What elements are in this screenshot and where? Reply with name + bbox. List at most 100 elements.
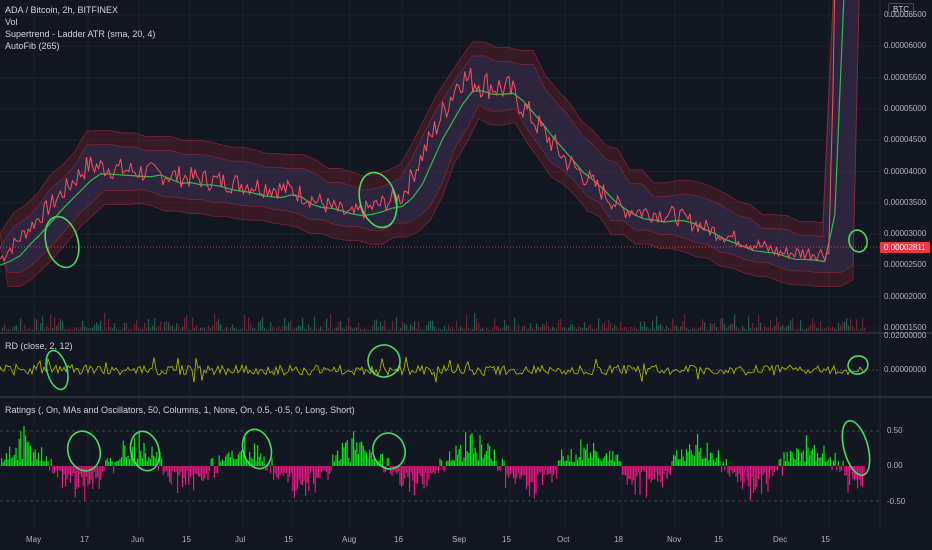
rating-bar-short — [314, 466, 316, 493]
volume-bar — [168, 322, 170, 331]
rating-bar-long — [146, 461, 148, 466]
rating-bar-short — [97, 466, 99, 478]
rating-bar-long — [813, 445, 815, 466]
rating-bar-short — [405, 466, 407, 473]
volume-bar — [162, 329, 164, 331]
volume-bar — [202, 327, 204, 331]
price-tick: 0.00002000 — [884, 291, 927, 301]
rating-bar-short — [549, 466, 551, 474]
volume-bar — [306, 329, 308, 331]
rating-bar-long — [562, 456, 564, 466]
rating-bar-short — [644, 466, 646, 472]
rating-bar-short — [399, 466, 401, 485]
volume-bar — [212, 325, 214, 331]
rating-bar-long — [145, 453, 147, 466]
volume-bar — [640, 321, 642, 331]
rating-bar-long — [474, 447, 476, 466]
volume-bar — [586, 328, 588, 331]
volume-bar — [292, 329, 294, 331]
rating-bar-short — [761, 466, 763, 494]
rating-bar-short — [418, 466, 420, 474]
rating-bar-long — [124, 445, 126, 466]
rating-bar-long — [586, 443, 588, 466]
rating-bar-long — [809, 455, 811, 466]
rating-bar-short — [857, 466, 859, 489]
rating-bar-short — [756, 466, 758, 488]
volume-bar — [588, 325, 590, 331]
volume-bar — [310, 326, 312, 331]
volume-bar — [412, 326, 414, 331]
rating-bar-long — [834, 452, 836, 466]
volume-bar — [122, 328, 124, 331]
volume-bar — [820, 321, 822, 331]
rating-bar-short — [436, 466, 438, 471]
volume-bar — [580, 327, 582, 331]
ratings-tick-neg: -0.50 — [887, 497, 906, 506]
price-tick: 0.00003500 — [884, 197, 927, 207]
ratings-pane[interactable] — [0, 426, 880, 502]
volume-bar — [704, 322, 706, 331]
volume-bar — [362, 329, 364, 331]
rating-bar-long — [20, 431, 22, 466]
volume-bar — [178, 325, 180, 331]
rating-bar-long — [609, 450, 611, 466]
rating-bar-long — [129, 459, 131, 466]
rating-bar-short — [781, 466, 783, 476]
indicator-autofib[interactable]: AutoFib (265) — [5, 40, 60, 52]
rating-bar-short — [276, 466, 278, 478]
volume-bar — [30, 329, 32, 331]
rating-bar-short — [551, 466, 553, 483]
rating-bar-short — [66, 466, 68, 480]
volume-bar — [16, 325, 18, 331]
rating-bar-short — [634, 466, 636, 495]
rating-bar-short — [514, 466, 516, 484]
volume-bar — [376, 319, 378, 331]
volume-bar — [672, 318, 674, 331]
rating-bar-long — [332, 454, 334, 466]
indicator-supertrend[interactable]: Supertrend - Ladder ATR (sma, 20, 4) — [5, 28, 155, 40]
volume-bar — [828, 326, 830, 331]
highlight-circle — [367, 344, 401, 378]
volume-bar — [426, 325, 428, 331]
rating-bar-long — [468, 452, 470, 466]
volume-bar — [750, 328, 752, 331]
rd-title[interactable]: RD (close, 2, 12) — [5, 340, 73, 352]
volume-bar — [466, 314, 468, 331]
rating-bar-short — [172, 466, 174, 471]
price-tick: 0.00006500 — [884, 10, 927, 19]
rating-bar-short — [641, 466, 643, 472]
price-pane[interactable] — [0, 0, 880, 287]
ratings-title[interactable]: Ratings (, On, MAs and Oscillators, 50, … — [5, 404, 355, 416]
rating-bar-long — [42, 461, 44, 466]
volume-bar — [642, 326, 644, 331]
rating-bar-short — [98, 466, 100, 489]
volume-bar — [838, 322, 840, 331]
rating-bar-short — [322, 466, 324, 471]
rating-bar-long — [561, 449, 563, 466]
volume-bar — [408, 329, 410, 331]
volume-bar — [546, 321, 548, 331]
rating-bar-long — [458, 448, 460, 466]
rating-bar-short — [285, 466, 287, 474]
rating-bar-long — [785, 461, 787, 466]
rating-bar-short — [284, 466, 286, 473]
highlight-circle — [66, 430, 102, 472]
rating-bar-short — [204, 466, 206, 479]
rating-bar-long — [613, 461, 615, 466]
rating-bar-short — [209, 466, 211, 472]
volume-bar — [384, 320, 386, 331]
volume-bar — [754, 328, 756, 331]
rating-bar-short — [666, 466, 668, 479]
volume-bar — [344, 329, 346, 331]
rating-bar-short — [442, 466, 444, 471]
rating-bar-long — [705, 458, 707, 466]
volume-bar — [48, 328, 50, 331]
rating-bar-short — [751, 466, 753, 478]
indicator-volume[interactable]: Vol — [5, 16, 18, 28]
rating-bar-short — [645, 466, 647, 498]
rating-bar-short — [733, 466, 735, 472]
rating-bar-long — [473, 453, 475, 466]
rating-bar-long — [783, 452, 785, 466]
rating-bar-short — [61, 466, 63, 489]
rd-pane[interactable] — [0, 356, 880, 383]
